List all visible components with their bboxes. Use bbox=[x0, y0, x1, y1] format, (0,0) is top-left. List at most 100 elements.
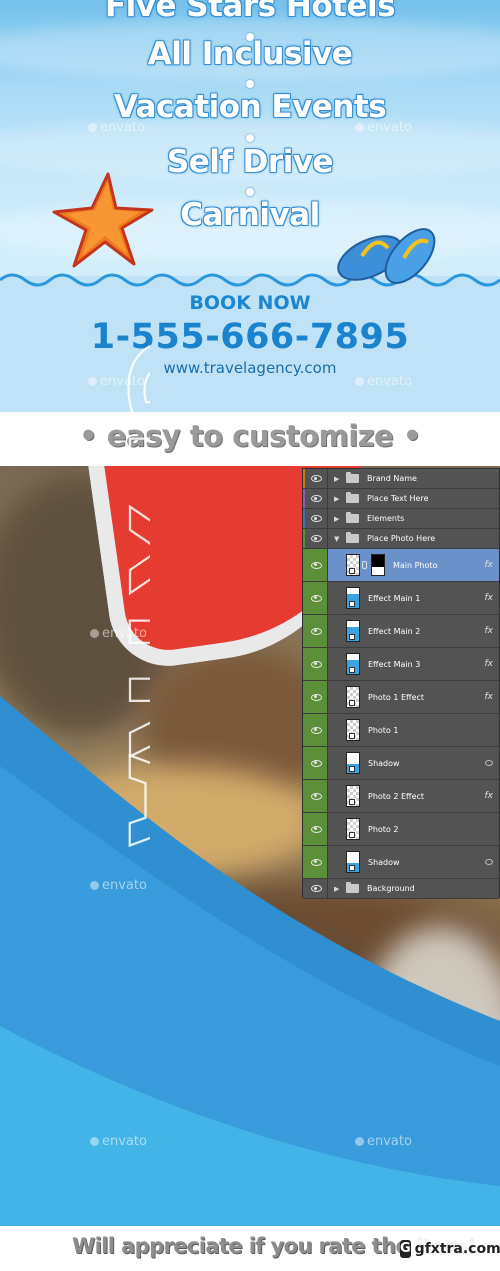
layer-row-background[interactable]: ▶ Background bbox=[303, 879, 499, 899]
twirl-arrow-icon[interactable]: ▶ bbox=[334, 475, 342, 483]
folder-icon bbox=[346, 532, 359, 543]
link-icon bbox=[485, 859, 493, 865]
eye-icon bbox=[310, 885, 322, 892]
layer-row-shadow[interactable]: Shadow bbox=[303, 747, 499, 780]
twirl-arrow-icon[interactable]: ▼ bbox=[334, 535, 342, 543]
layer-name: Place Text Here bbox=[367, 494, 429, 503]
eye-icon bbox=[310, 515, 322, 522]
eye-icon bbox=[310, 660, 322, 668]
layer-row-brand-name[interactable]: ▶ Brand Name bbox=[303, 469, 499, 489]
fx-icon[interactable]: fx bbox=[485, 626, 494, 636]
feature-five-stars: Five Stars Hotels bbox=[104, 0, 396, 24]
layer-name: Photo 1 Effect bbox=[368, 692, 425, 702]
eye-icon bbox=[310, 792, 322, 800]
visibility-toggle[interactable] bbox=[305, 813, 328, 845]
fx-icon[interactable]: fx bbox=[485, 791, 494, 801]
twirl-arrow-icon[interactable]: ▶ bbox=[334, 515, 342, 523]
folder-icon bbox=[346, 882, 359, 893]
fx-icon[interactable]: fx bbox=[485, 560, 494, 570]
layer-row-photo-1[interactable]: Photo 1 bbox=[303, 714, 499, 747]
link-icon bbox=[485, 760, 493, 766]
book-now-label: BOOK NOW bbox=[189, 292, 311, 314]
layer-row-effect-main-3[interactable]: Effect Main 3 fx bbox=[303, 648, 499, 681]
layer-row-place-text[interactable]: ▶ Place Text Here bbox=[303, 489, 499, 509]
visibility-toggle[interactable] bbox=[305, 489, 328, 508]
gfxtra-vertical-watermark: GFXTRA bbox=[101, 334, 150, 847]
visibility-toggle[interactable] bbox=[305, 714, 328, 746]
eye-icon bbox=[310, 561, 322, 569]
layer-name: Background bbox=[367, 884, 415, 893]
eye-icon bbox=[310, 594, 322, 602]
layer-thumbnail bbox=[346, 785, 360, 807]
layer-thumbnail bbox=[346, 587, 360, 609]
envato-watermark: envato bbox=[355, 1134, 412, 1149]
layer-thumbnail bbox=[346, 719, 360, 741]
starfish-icon bbox=[52, 172, 154, 268]
layer-name: Photo 2 bbox=[368, 824, 399, 834]
visibility-toggle[interactable] bbox=[305, 529, 328, 548]
layer-name: Brand Name bbox=[367, 474, 417, 483]
visibility-toggle[interactable] bbox=[305, 780, 328, 812]
twirl-arrow-icon[interactable]: ▶ bbox=[334, 495, 342, 503]
flip-flops-icon bbox=[337, 228, 436, 284]
visibility-toggle[interactable] bbox=[305, 469, 328, 488]
folder-icon bbox=[346, 492, 359, 503]
feature-bullet bbox=[246, 80, 254, 88]
layer-row-photo-1-effect[interactable]: Photo 1 Effect fx bbox=[303, 681, 499, 714]
eye-icon bbox=[310, 759, 322, 767]
layer-row-elements[interactable]: ▶ Elements bbox=[303, 509, 499, 529]
layer-name: Photo 1 bbox=[368, 725, 399, 735]
visibility-toggle[interactable] bbox=[305, 846, 328, 878]
layer-name: Photo 2 Effect bbox=[368, 791, 425, 801]
envato-watermark: envato bbox=[355, 120, 412, 135]
envato-watermark: envato bbox=[355, 374, 412, 389]
layer-row-effect-main-1[interactable]: Effect Main 1 fx bbox=[303, 582, 499, 615]
feature-bullet bbox=[246, 134, 254, 142]
twirl-arrow-icon[interactable]: ▶ bbox=[334, 885, 342, 893]
layer-thumbnail bbox=[346, 818, 360, 840]
layer-row-photo-2-effect[interactable]: Photo 2 Effect fx bbox=[303, 780, 499, 813]
visibility-toggle[interactable] bbox=[305, 582, 328, 614]
feature-all-inclusive: All Inclusive bbox=[147, 36, 353, 72]
eye-icon bbox=[310, 693, 322, 701]
eye-icon bbox=[310, 535, 322, 542]
layer-thumbnail bbox=[346, 620, 360, 642]
visibility-toggle[interactable] bbox=[305, 681, 328, 713]
eye-icon bbox=[310, 825, 322, 833]
layer-name: Shadow bbox=[368, 857, 400, 867]
layer-row-main-photo[interactable]: Main Photo fx bbox=[303, 549, 499, 582]
layer-name: Effect Main 2 bbox=[368, 626, 421, 636]
layer-thumbnail bbox=[346, 653, 360, 675]
layer-mask-thumbnail bbox=[371, 554, 385, 576]
fx-icon[interactable]: fx bbox=[485, 692, 494, 702]
layer-thumbnail bbox=[346, 554, 360, 576]
fx-icon[interactable]: fx bbox=[485, 593, 494, 603]
eye-icon bbox=[310, 627, 322, 635]
visibility-toggle[interactable] bbox=[305, 615, 328, 647]
layer-row-place-photo[interactable]: ▼ Place Photo Here bbox=[303, 529, 499, 549]
layer-row-effect-main-2[interactable]: Effect Main 2 fx bbox=[303, 615, 499, 648]
folder-icon bbox=[346, 472, 359, 483]
eye-icon bbox=[310, 475, 322, 482]
visibility-toggle[interactable] bbox=[305, 549, 328, 581]
layer-name: Main Photo bbox=[393, 560, 438, 570]
visibility-toggle[interactable] bbox=[305, 509, 328, 528]
layers-panel: ▶ Brand Name ▶ Place Text Here ▶ Element… bbox=[302, 468, 500, 899]
visibility-toggle[interactable] bbox=[305, 648, 328, 680]
layer-name: Elements bbox=[367, 514, 405, 523]
layer-thumbnail bbox=[346, 686, 360, 708]
eye-icon bbox=[310, 858, 322, 866]
envato-watermark: envato bbox=[90, 1134, 147, 1149]
gfxtra-logo-icon: G bbox=[400, 1240, 411, 1258]
fx-icon[interactable]: fx bbox=[485, 659, 494, 669]
envato-watermark: envato bbox=[88, 120, 145, 135]
layer-row-shadow-2[interactable]: Shadow bbox=[303, 846, 499, 879]
gfxtra-vertical-text: GFXTRA bbox=[102, 335, 150, 846]
folder-icon bbox=[346, 512, 359, 523]
layer-name: Place Photo Here bbox=[367, 534, 436, 543]
layer-name: Effect Main 1 bbox=[368, 593, 421, 603]
layer-thumbnail bbox=[346, 752, 360, 774]
layer-row-photo-2[interactable]: Photo 2 bbox=[303, 813, 499, 846]
visibility-toggle[interactable] bbox=[305, 747, 328, 779]
visibility-toggle[interactable] bbox=[305, 879, 328, 898]
